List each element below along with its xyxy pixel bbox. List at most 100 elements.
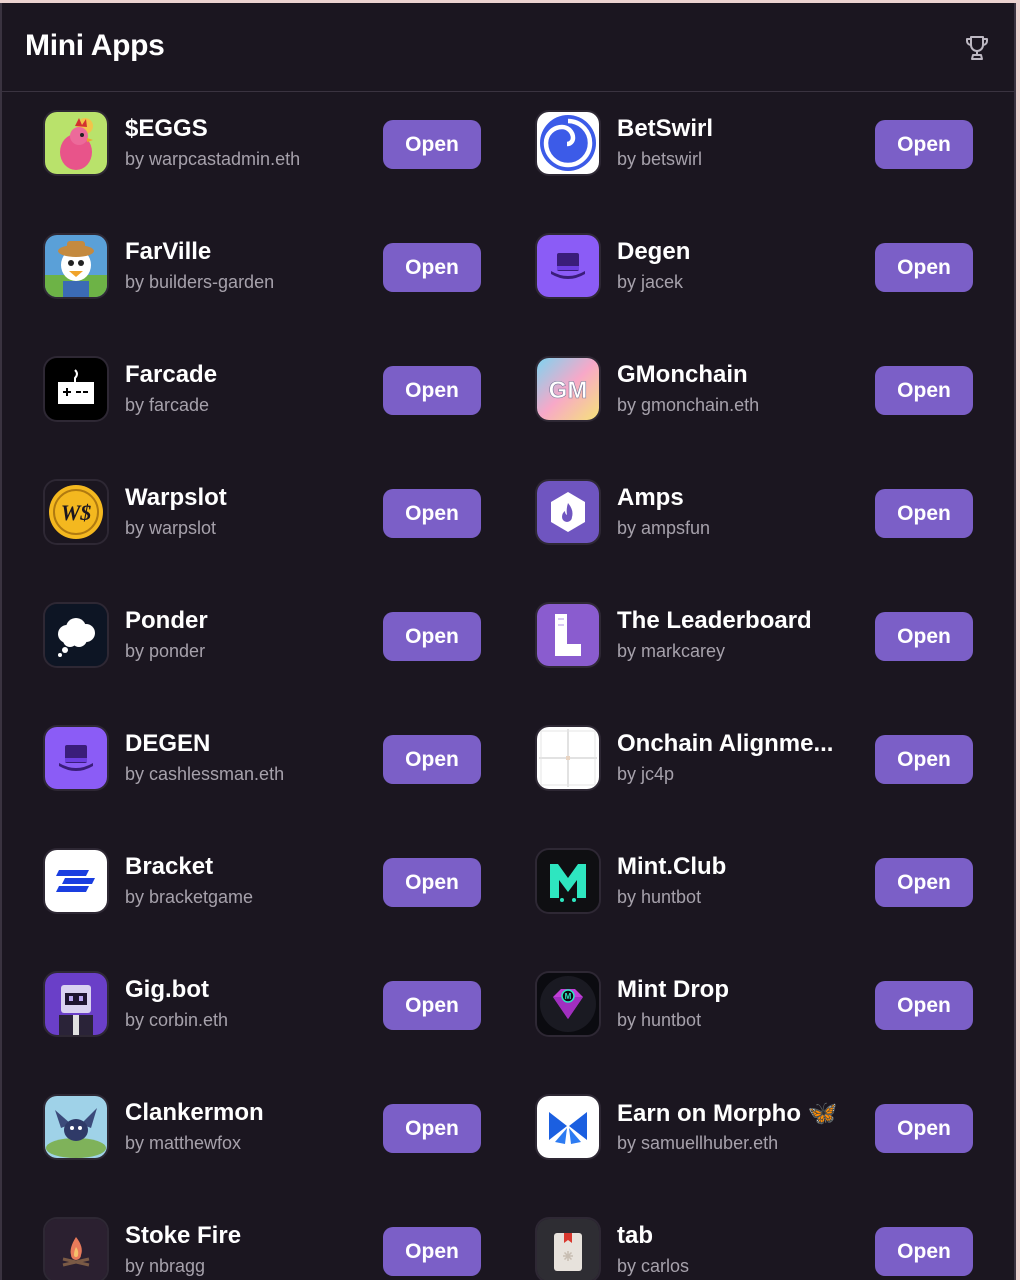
app-list-item[interactable]: Ponder by ponder Open xyxy=(45,604,481,666)
app-name: Onchain Alignme... xyxy=(617,730,834,757)
app-author: by builders-garden xyxy=(125,272,275,292)
duck-farmer-icon[interactable] xyxy=(45,235,107,297)
thought-cloud-icon[interactable] xyxy=(45,604,107,666)
app-list-item[interactable]: The Leaderboard by markcarey Open xyxy=(537,604,973,666)
app-name: Mint Drop xyxy=(617,976,729,1003)
dragon-icon[interactable] xyxy=(45,1096,107,1158)
app-list-item[interactable]: Stoke Fire by nbragg Open xyxy=(45,1219,481,1280)
arcade-controller-icon[interactable] xyxy=(45,358,107,420)
app-list-item[interactable]: DEGEN by cashlessman.eth Open xyxy=(45,727,481,789)
app-list-item[interactable]: GM GMonchain by gmonchain.eth Open xyxy=(537,358,973,420)
app-author: by ampsfun xyxy=(617,518,711,538)
open-button[interactable]: Open xyxy=(383,1104,481,1153)
campfire-icon[interactable] xyxy=(45,1219,107,1280)
open-button[interactable]: Open xyxy=(383,243,481,292)
open-button[interactable]: Open xyxy=(875,489,973,538)
app-author: by warpslot xyxy=(125,518,217,538)
app-author: by huntbot xyxy=(617,1010,702,1030)
app-list-item[interactable]: BetSwirl by betswirl Open xyxy=(537,112,973,174)
app-author: by warpcastadmin.eth xyxy=(125,149,301,169)
app-name: Warpslot xyxy=(125,484,227,511)
app-name: FarVille xyxy=(125,238,212,265)
open-button[interactable]: Open xyxy=(875,981,973,1030)
app-row: Bracket by bracketgame Open Mint.Club by hun… xyxy=(2,829,1014,952)
app-row: Clankermon by matthewfox Open Earn on Morph… xyxy=(2,1075,1014,1198)
swirl-icon[interactable] xyxy=(537,112,599,174)
app-author: by jacek xyxy=(617,272,684,292)
app-name: $EGGS xyxy=(125,115,208,142)
open-button[interactable]: Open xyxy=(875,1227,973,1276)
app-name: Gig.bot xyxy=(125,976,209,1003)
robot-icon[interactable] xyxy=(45,973,107,1035)
open-button[interactable]: Open xyxy=(383,981,481,1030)
app-author: by carlos xyxy=(617,1256,690,1276)
app-author: by ponder xyxy=(125,641,206,661)
top-hat-icon[interactable] xyxy=(45,727,107,789)
app-name: Earn on Morpho 🦋 xyxy=(617,1100,838,1127)
open-button[interactable]: Open xyxy=(875,735,973,784)
app-name: BetSwirl xyxy=(617,115,714,142)
open-button[interactable]: Open xyxy=(875,120,973,169)
open-button[interactable]: Open xyxy=(383,120,481,169)
open-button[interactable]: Open xyxy=(875,243,973,292)
app-name: Stoke Fire xyxy=(125,1222,242,1249)
open-button[interactable]: Open xyxy=(875,1104,973,1153)
app-author: by jc4p xyxy=(617,764,675,784)
app-name: Clankermon xyxy=(125,1099,264,1126)
app-list-item[interactable]: Earn on Morpho 🦋 by samuellhuber.eth Open xyxy=(537,1096,973,1158)
app-author: by huntbot xyxy=(617,887,702,907)
svg-text:GM: GM xyxy=(549,377,588,404)
gm-gradient-icon[interactable]: GM xyxy=(537,358,599,420)
trophy-icon[interactable] xyxy=(962,33,992,63)
app-list-item[interactable]: FarVille by builders-garden Open xyxy=(45,235,481,297)
app-list-item[interactable]: Farcade by farcade Open xyxy=(45,358,481,420)
app-name: DEGEN xyxy=(125,730,211,757)
open-button[interactable]: Open xyxy=(383,489,481,538)
app-list-item[interactable]: Amps by ampsfun Open xyxy=(537,481,973,543)
app-list-item[interactable]: $EGGS by warpcastadmin.eth Open xyxy=(45,112,481,174)
app-author: by cashlessman.eth xyxy=(125,764,285,784)
app-author: by corbin.eth xyxy=(125,1010,229,1030)
bracket-icon[interactable] xyxy=(45,850,107,912)
coin-icon[interactable]: W$ xyxy=(45,481,107,543)
letter-m-icon[interactable] xyxy=(537,850,599,912)
letter-l-icon[interactable] xyxy=(537,604,599,666)
open-button[interactable]: Open xyxy=(383,366,481,415)
app-name: tab xyxy=(617,1222,653,1249)
app-list-item[interactable]: M Mint Drop by huntbot Open xyxy=(537,973,973,1035)
rooster-icon[interactable] xyxy=(45,112,107,174)
app-name: The Leaderboard xyxy=(617,607,812,634)
app-name: Mint.Club xyxy=(617,853,727,880)
app-author: by nbragg xyxy=(125,1256,206,1276)
tab-card-icon[interactable] xyxy=(537,1219,599,1280)
top-hat-icon[interactable] xyxy=(537,235,599,297)
app-list-item[interactable]: Bracket by bracketgame Open xyxy=(45,850,481,912)
open-button[interactable]: Open xyxy=(383,735,481,784)
app-name: GMonchain xyxy=(617,361,748,388)
app-author: by gmonchain.eth xyxy=(617,395,760,415)
app-list-item[interactable]: Clankermon by matthewfox Open xyxy=(45,1096,481,1158)
app-list-item[interactable]: Onchain Alignme... by jc4p Open xyxy=(537,727,973,789)
open-button[interactable]: Open xyxy=(875,612,973,661)
butterfly-icon[interactable] xyxy=(537,1096,599,1158)
open-button[interactable]: Open xyxy=(875,366,973,415)
app-row: W$ Warpslot by warpslot Open Amps by ampsfun O… xyxy=(2,460,1014,583)
app-author: by markcarey xyxy=(617,641,726,661)
app-list-item[interactable]: tab by carlos Open xyxy=(537,1219,973,1280)
hexagon-flame-icon[interactable] xyxy=(537,481,599,543)
app-list-item[interactable]: Degen by jacek Open xyxy=(537,235,973,297)
open-button[interactable]: Open xyxy=(875,858,973,907)
app-author: by samuellhuber.eth xyxy=(617,1133,779,1153)
app-list-item[interactable]: W$ Warpslot by warpslot Open xyxy=(45,481,481,543)
open-button[interactable]: Open xyxy=(383,858,481,907)
app-list-item[interactable]: Mint.Club by huntbot Open xyxy=(537,850,973,912)
app-row: FarVille by builders-garden Open Degen by ja… xyxy=(2,214,1014,337)
grid-square-icon[interactable] xyxy=(537,727,599,789)
gem-icon[interactable]: M xyxy=(537,973,599,1035)
svg-text:W$: W$ xyxy=(61,500,92,525)
app-name: Bracket xyxy=(125,853,214,880)
open-button[interactable]: Open xyxy=(383,612,481,661)
app-row: Stoke Fire by nbragg Open tab by carlos Open xyxy=(2,1198,1014,1280)
open-button[interactable]: Open xyxy=(383,1227,481,1276)
app-list-item[interactable]: Gig.bot by corbin.eth Open xyxy=(45,973,481,1035)
